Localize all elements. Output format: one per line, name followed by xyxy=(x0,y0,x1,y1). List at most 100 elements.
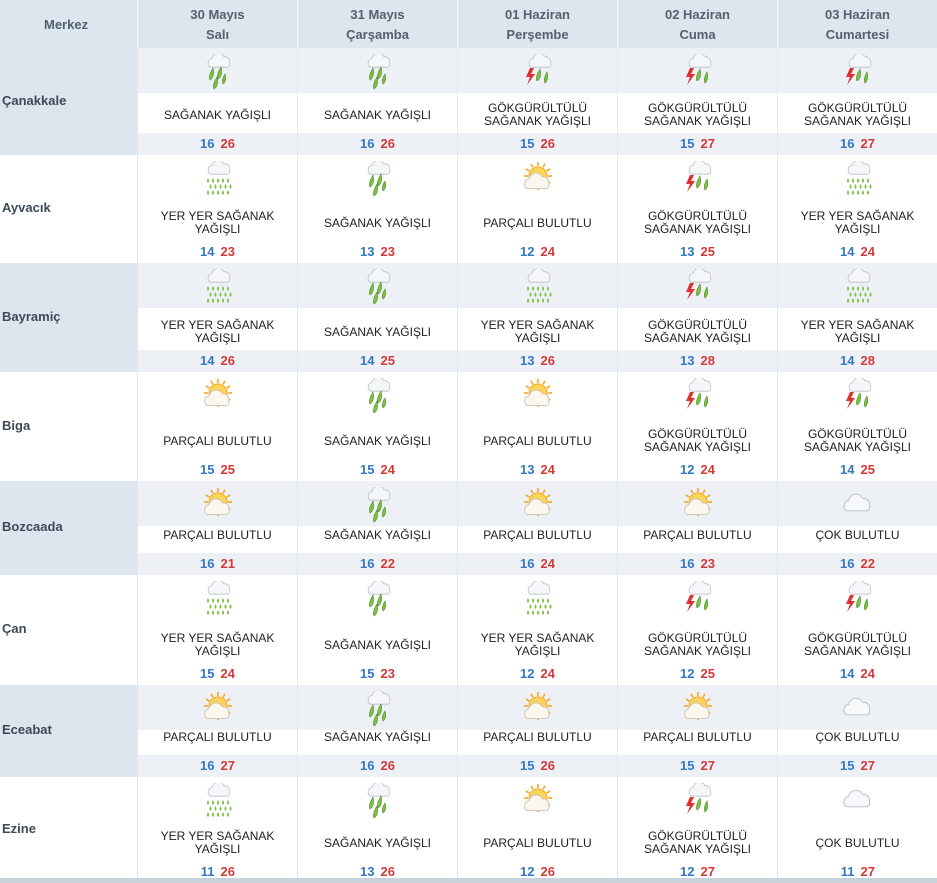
min-temp: 16 xyxy=(680,556,695,571)
thunderstorm-icon xyxy=(845,54,871,85)
scattered-shower-icon xyxy=(846,269,871,303)
location-name[interactable]: Çan xyxy=(2,621,27,636)
thunderstorm-icon xyxy=(685,581,711,612)
condition-line: SAĞANAK YAĞIŞLI xyxy=(324,434,431,448)
forecast-cell: SAĞANAK YAĞIŞLI 14 25 xyxy=(298,263,458,372)
condition-line: SAĞANAK YAĞIŞLI xyxy=(804,114,911,128)
forecast-cell: PARÇALI BULUTLU 15 27 xyxy=(618,685,778,777)
condition-line: YAĞIŞLI xyxy=(194,331,241,345)
condition-line: PARÇALI BULUTLU xyxy=(643,528,752,542)
location-name[interactable]: Biga xyxy=(2,418,30,433)
min-temp: 14 xyxy=(360,353,375,368)
forecast-cell: YER YER SAĞANAK YAĞIŞLI 14 24 xyxy=(778,155,937,263)
temperature-range: 15 23 xyxy=(298,666,457,681)
temperature-range: 13 26 xyxy=(458,353,617,368)
min-temp: 12 xyxy=(520,666,535,681)
max-temp: 27 xyxy=(700,136,715,151)
max-temp: 26 xyxy=(540,353,555,368)
condition-text: SAĞANAK YAĞIŞLI xyxy=(302,639,453,652)
temperature-range: 16 26 xyxy=(298,136,457,151)
max-temp: 26 xyxy=(540,758,555,773)
forecast-cell: YER YER SAĞANAK YAĞIŞLI 14 23 xyxy=(138,155,298,263)
forecast-cell: GÖKGÜRÜLTÜLÜ SAĞANAK YAĞIŞLI 14 25 xyxy=(778,372,937,481)
location-name[interactable]: Ayvacık xyxy=(2,200,51,215)
location-name[interactable]: Ezine xyxy=(2,821,36,836)
max-temp: 26 xyxy=(220,864,235,879)
forecast-cell: GÖKGÜRÜLTÜLÜ SAĞANAK YAĞIŞLI 12 24 xyxy=(618,372,778,481)
temperature-range: 16 26 xyxy=(298,758,457,773)
condition-line: PARÇALI BULUTLU xyxy=(483,528,592,542)
table-row: Ezine YER YER SAĞANAK YAĞIŞLI 11 26 SAĞANAK Y… xyxy=(0,777,937,883)
temperature-range: 16 21 xyxy=(138,556,297,571)
temperature-range: 13 26 xyxy=(298,864,457,879)
location-name[interactable]: Bozcaada xyxy=(2,519,63,534)
location-name[interactable]: Eceabat xyxy=(2,722,52,737)
condition-line: SAĞANAK YAĞIŞLI xyxy=(324,108,431,122)
header-date: 30 Mayıs xyxy=(190,7,245,22)
condition-line: SAĞANAK YAĞIŞLI xyxy=(644,842,751,856)
condition-text: YER YER SAĞANAK YAĞIŞLI xyxy=(142,319,293,345)
condition-text: SAĞANAK YAĞIŞLI xyxy=(302,529,453,542)
temperature-range: 12 25 xyxy=(618,666,777,681)
location-name[interactable]: Çanakkale xyxy=(2,93,66,108)
max-temp: 26 xyxy=(220,136,235,151)
min-temp: 12 xyxy=(520,244,535,259)
temperature-range: 14 25 xyxy=(298,353,457,368)
horizontal-scrollbar[interactable] xyxy=(0,878,937,883)
temperature-range: 14 23 xyxy=(138,244,297,259)
condition-text: YER YER SAĞANAK YAĞIŞLI xyxy=(142,632,293,658)
condition-line: SAĞANAK YAĞIŞLI xyxy=(644,114,751,128)
max-temp: 24 xyxy=(380,462,395,477)
scattered-shower-icon xyxy=(846,161,871,195)
min-temp: 15 xyxy=(680,758,695,773)
forecast-cell: YER YER SAĞANAK YAĞIŞLI 12 24 xyxy=(458,575,618,685)
forecast-cell: GÖKGÜRÜLTÜLÜ SAĞANAK YAĞIŞLI 12 25 xyxy=(618,575,778,685)
location-cell: Ezine xyxy=(0,777,138,883)
max-temp: 25 xyxy=(380,353,395,368)
condition-line: PARÇALI BULUTLU xyxy=(163,434,272,448)
min-temp: 14 xyxy=(840,353,855,368)
min-temp: 15 xyxy=(520,758,535,773)
min-temp: 16 xyxy=(360,136,375,151)
condition-line: ÇOK BULUTLU xyxy=(815,836,900,850)
max-temp: 23 xyxy=(380,244,395,259)
temperature-range: 16 24 xyxy=(458,556,617,571)
forecast-cell: PARÇALI BULUTLU 16 24 xyxy=(458,481,618,575)
temperature-range: 15 25 xyxy=(138,462,297,477)
max-temp: 28 xyxy=(700,353,715,368)
temperature-range: 16 26 xyxy=(138,136,297,151)
partly-cloudy-icon xyxy=(523,379,552,407)
max-temp: 25 xyxy=(700,244,715,259)
condition-text: PARÇALI BULUTLU xyxy=(622,529,773,542)
location-name[interactable]: Bayramiç xyxy=(2,309,61,324)
min-temp: 14 xyxy=(840,666,855,681)
temperature-range: 13 24 xyxy=(458,462,617,477)
temperature-range: 11 26 xyxy=(138,864,297,879)
condition-line: PARÇALI BULUTLU xyxy=(163,528,272,542)
max-temp: 26 xyxy=(380,758,395,773)
condition-line: SAĞANAK YAĞIŞLI xyxy=(324,216,431,230)
temperature-range: 16 23 xyxy=(618,556,777,571)
max-temp: 27 xyxy=(700,758,715,773)
min-temp: 13 xyxy=(680,353,695,368)
condition-text: GÖKGÜRÜLTÜLÜ SAĞANAK YAĞIŞLI xyxy=(462,102,613,128)
merkez-label: Merkez xyxy=(44,16,89,32)
condition-line: SAĞANAK YAĞIŞLI xyxy=(484,114,591,128)
min-temp: 16 xyxy=(360,758,375,773)
temperature-range: 16 27 xyxy=(138,758,297,773)
temperature-range: 14 25 xyxy=(778,462,937,477)
condition-text: PARÇALI BULUTLU xyxy=(462,435,613,448)
forecast-cell: GÖKGÜRÜLTÜLÜ SAĞANAK YAĞIŞLI 15 26 xyxy=(458,48,618,155)
min-temp: 15 xyxy=(360,666,375,681)
temperature-range: 14 28 xyxy=(778,353,937,368)
max-temp: 25 xyxy=(220,462,235,477)
condition-text: GÖKGÜRÜLTÜLÜ SAĞANAK YAĞIŞLI xyxy=(622,319,773,345)
max-temp: 27 xyxy=(700,864,715,879)
condition-line: PARÇALI BULUTLU xyxy=(483,216,592,230)
forecast-cell: YER YER SAĞANAK YAĞIŞLI 14 26 xyxy=(138,263,298,372)
temperature-range: 13 23 xyxy=(298,244,457,259)
min-temp: 12 xyxy=(680,864,695,879)
forecast-cell: PARÇALI BULUTLU 12 24 xyxy=(458,155,618,263)
location-cell: Eceabat xyxy=(0,685,138,777)
condition-text: SAĞANAK YAĞIŞLI xyxy=(142,109,293,122)
